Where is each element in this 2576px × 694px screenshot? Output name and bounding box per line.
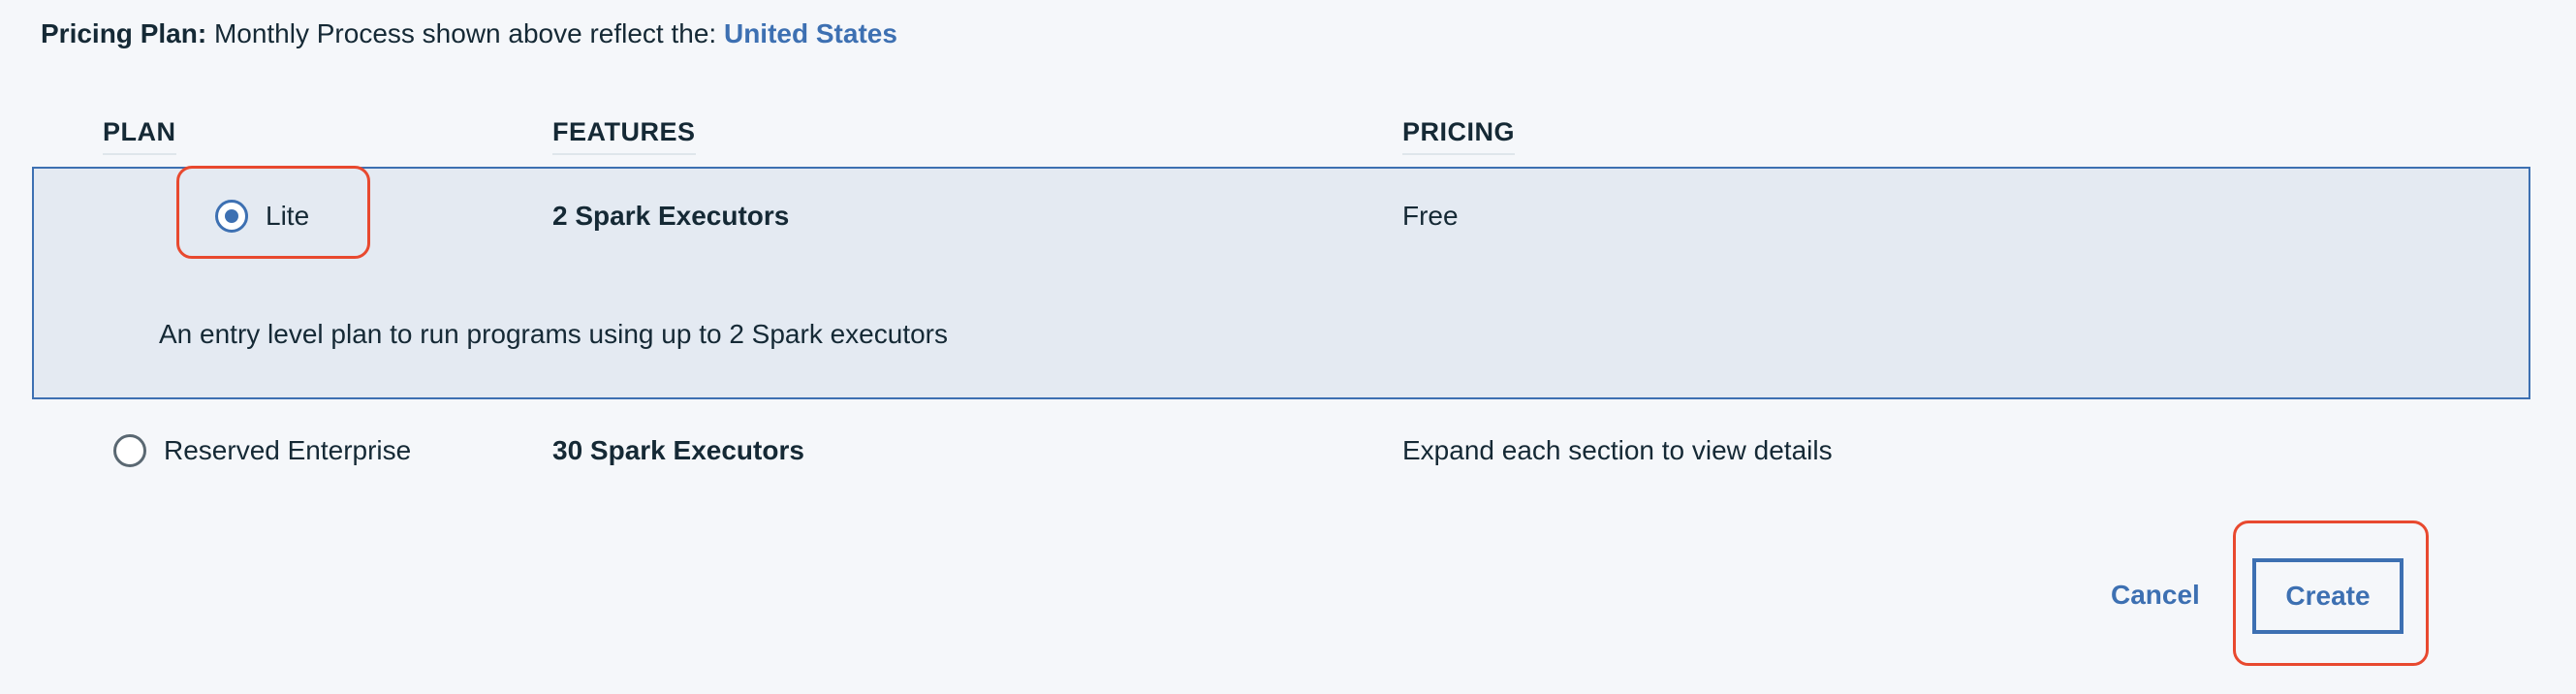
plan-pricing-reserved-enterprise: Expand each section to view details <box>1402 435 1833 465</box>
column-header-pricing: PRICING <box>1402 114 1516 155</box>
lite-radio-button[interactable] <box>215 200 248 233</box>
pricing-region-link[interactable]: United States <box>724 18 897 48</box>
plan-name-reserved-enterprise[interactable]: Reserved Enterprise <box>164 433 411 468</box>
cancel-button[interactable]: Cancel <box>2111 578 2200 613</box>
column-header-features: FEATURES <box>552 114 696 155</box>
plan-name-lite[interactable]: Lite <box>266 199 309 234</box>
create-button[interactable]: Create <box>2252 558 2403 634</box>
column-header-plan: PLAN <box>103 114 176 155</box>
plan-pricing-lite: Free <box>1402 201 1459 231</box>
pricing-plan-label: Pricing Plan: <box>41 18 207 48</box>
reserved-enterprise-radio-button[interactable] <box>113 434 146 467</box>
pricing-plan-text: Monthly Process shown above reflect the: <box>213 18 717 48</box>
plan-features-reserved-enterprise: 30 Spark Executors <box>552 435 804 465</box>
plan-features-lite: 2 Spark Executors <box>552 201 790 231</box>
plan-row-lite[interactable] <box>32 167 2530 399</box>
plan-description-lite: An entry level plan to run programs usin… <box>159 319 948 349</box>
pricing-plan-info: Pricing Plan: Monthly Process shown abov… <box>41 16 897 52</box>
